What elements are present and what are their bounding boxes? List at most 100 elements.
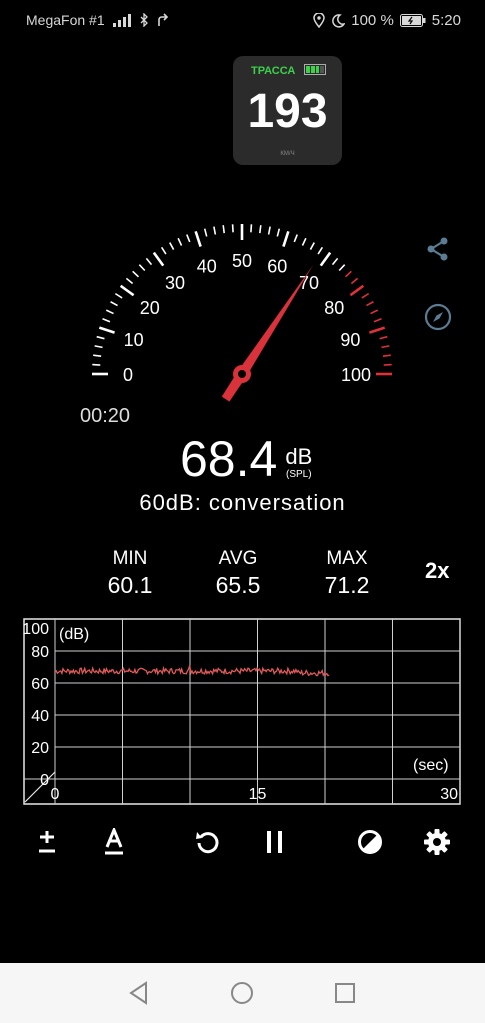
gauge-tick bbox=[267, 226, 271, 235]
stat-avg-label: AVG bbox=[218, 548, 258, 569]
current-reading: 68.4 dB (SPL) bbox=[180, 434, 312, 484]
gauge-tick bbox=[231, 224, 234, 233]
status-right: 100 % 5:20 bbox=[313, 12, 461, 29]
graph-y-tick-label: 80 bbox=[31, 644, 49, 661]
gauge-tick bbox=[331, 257, 339, 266]
reading-value: 68.4 bbox=[180, 431, 278, 487]
recents-icon[interactable] bbox=[331, 979, 359, 1007]
level-description: 60dB: conversation bbox=[139, 490, 346, 515]
gauge-tick bbox=[222, 225, 225, 234]
widget-level-icon bbox=[304, 64, 326, 75]
back-icon[interactable] bbox=[126, 979, 154, 1007]
gauge-tick bbox=[350, 277, 359, 285]
bluetooth-icon bbox=[140, 13, 148, 27]
gauge-tick-label: 100 bbox=[341, 365, 371, 385]
gauge-tick bbox=[92, 363, 101, 366]
home-icon[interactable] bbox=[228, 979, 256, 1007]
graph-y-tick-label: 60 bbox=[31, 676, 49, 693]
reset-button[interactable] bbox=[188, 822, 228, 862]
zoom-toggle-button[interactable]: 2x bbox=[425, 558, 449, 584]
status-bar: MegaFon #1 100 % 5:20 bbox=[0, 0, 485, 40]
gauge-tick-label: 40 bbox=[197, 257, 217, 277]
weighting-button[interactable] bbox=[94, 822, 134, 862]
gauge-tick-label: 30 bbox=[165, 273, 185, 293]
gauge-tick bbox=[344, 270, 352, 278]
settings-button[interactable] bbox=[417, 822, 457, 862]
carrier-name: MegaFon #1 bbox=[26, 12, 105, 28]
gauge-tick bbox=[250, 224, 253, 233]
needle-hub-center bbox=[238, 370, 246, 378]
widget-speed-unit: КМ/Ч bbox=[280, 151, 295, 157]
gauge-tick bbox=[96, 335, 105, 340]
call-forward-icon bbox=[157, 13, 168, 26]
speed-widget[interactable]: ТРАССА 193 КМ/Ч bbox=[233, 56, 342, 165]
gauge-tick bbox=[132, 270, 140, 278]
theme-button[interactable] bbox=[350, 822, 390, 862]
gauge-ticks bbox=[92, 224, 392, 376]
pause-button[interactable] bbox=[255, 822, 295, 862]
gauge-tick bbox=[338, 264, 346, 272]
stats-row: MIN 60.1 AVG 65.5 MAX 71.2 bbox=[0, 548, 485, 598]
gauge-tick bbox=[373, 318, 382, 323]
gauge-tick bbox=[319, 251, 332, 267]
gauge-tick bbox=[383, 363, 392, 366]
gauge-tick bbox=[169, 242, 175, 250]
graph-y-tick-label: 100 bbox=[23, 621, 49, 638]
gauge-tick bbox=[110, 301, 118, 307]
gauge-tick bbox=[317, 246, 324, 255]
gauge-tick bbox=[366, 301, 374, 307]
gauge-tick bbox=[282, 230, 290, 247]
gauge-tick bbox=[349, 284, 365, 297]
stat-avg: AVG 65.5 bbox=[193, 548, 283, 599]
location-icon bbox=[313, 13, 326, 28]
reading-unit-group: dB (SPL) bbox=[285, 446, 312, 484]
widget-label: ТРАССА bbox=[251, 65, 296, 77]
gauge-tick bbox=[370, 309, 379, 315]
moon-icon bbox=[332, 13, 346, 28]
signal-icon bbox=[112, 13, 131, 27]
graph-y-unit: (dB) bbox=[59, 626, 89, 643]
gauge-tick bbox=[293, 234, 298, 243]
graph-y-tick-label: 40 bbox=[31, 708, 49, 725]
stat-min-value: 60.1 bbox=[107, 572, 153, 598]
gauge-tick bbox=[276, 228, 281, 237]
gauge-tick bbox=[94, 345, 103, 349]
gauge-tick bbox=[93, 354, 102, 357]
gauge-tick bbox=[105, 309, 114, 315]
gauge-tick bbox=[213, 226, 217, 235]
elapsed-timer: 00:20 bbox=[80, 405, 131, 427]
stat-min: MIN 60.1 bbox=[85, 548, 175, 599]
gauge-tick bbox=[114, 292, 123, 299]
gauge-tick bbox=[382, 354, 391, 357]
gauge-tick bbox=[361, 292, 370, 299]
reset-icon bbox=[196, 832, 219, 854]
gauge-tick bbox=[98, 326, 115, 334]
gauge-tick bbox=[186, 234, 191, 243]
stat-max-label: MAX bbox=[326, 548, 368, 569]
calibrate-button[interactable] bbox=[27, 822, 67, 862]
gauge-tick bbox=[369, 326, 386, 334]
battery-icon bbox=[399, 14, 426, 27]
graph-x-tick-label: 0 bbox=[51, 786, 60, 803]
stat-max-value: 71.2 bbox=[324, 572, 370, 598]
gauge-tick bbox=[194, 230, 202, 247]
gauge-tick-label: 50 bbox=[232, 251, 252, 271]
clock-time: 5:20 bbox=[431, 12, 461, 29]
gauge-tick bbox=[160, 246, 167, 255]
gauge-tick bbox=[119, 284, 135, 297]
gauge-tick bbox=[125, 277, 134, 285]
graph-y-tick-label: 0 bbox=[40, 772, 49, 789]
pause-icon bbox=[267, 831, 282, 853]
gauge-needle bbox=[221, 265, 314, 402]
gauge-tick bbox=[102, 318, 111, 323]
sound-level-gauge: 010203040 50 60708090100 bbox=[92, 224, 392, 402]
gauge-tick bbox=[138, 264, 146, 272]
theme-contrast-icon bbox=[358, 830, 382, 854]
battery-percent: 100 % bbox=[351, 12, 394, 29]
gauge-tick-label: 60 bbox=[267, 257, 287, 277]
graph-x-tick-label: 30 bbox=[440, 786, 458, 803]
settings-gear-icon bbox=[424, 829, 450, 855]
gauge-tick bbox=[177, 237, 183, 246]
gauge-tick bbox=[381, 345, 390, 349]
graph-x-unit: (sec) bbox=[413, 757, 449, 774]
